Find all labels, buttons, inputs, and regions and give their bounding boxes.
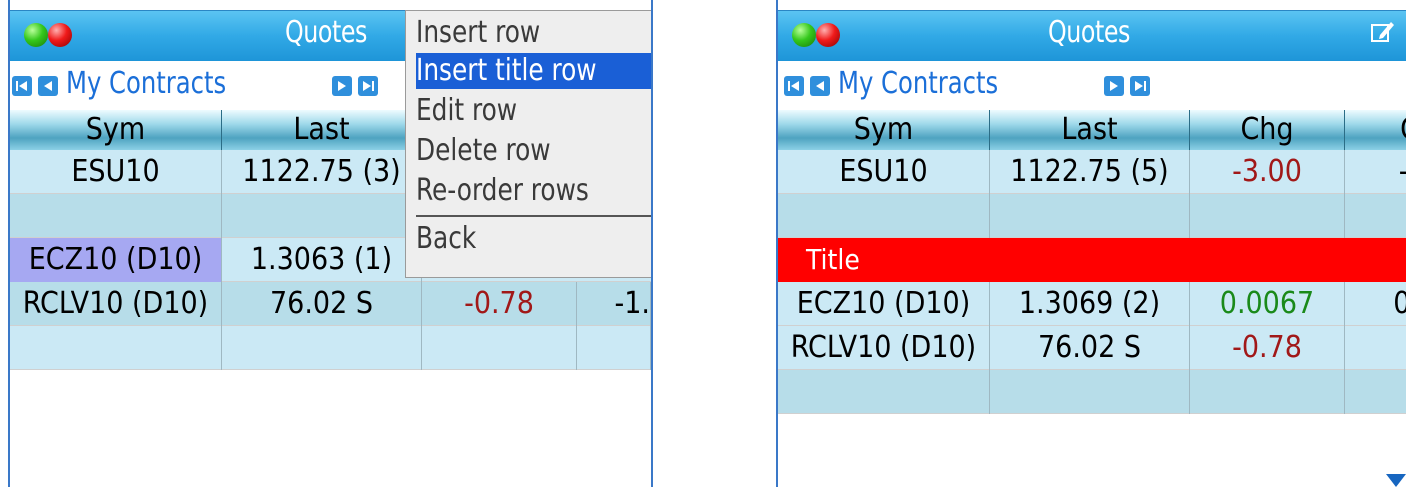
cell-chg: 0.0067: [1190, 282, 1345, 326]
cell-chg: [1190, 194, 1345, 238]
cell-last: 76.02 S: [222, 282, 422, 326]
prev-page-icon[interactable]: [810, 76, 830, 96]
cell-sym: ECZ10 (D10): [778, 282, 990, 326]
header-chg[interactable]: Chg: [1190, 110, 1345, 150]
cell-sym-selected: ECZ10 (D10): [10, 238, 222, 282]
table-row[interactable]: RCLV10 (D10) 76.02 S -0.78 -: [778, 326, 1406, 370]
cell-last: 1122.75 (5): [990, 150, 1190, 194]
cell-last: [990, 370, 1190, 414]
last-page-icon[interactable]: [1130, 76, 1150, 96]
menu-item-back[interactable]: Back: [416, 221, 635, 257]
contract-nav: My Contracts: [778, 66, 1406, 106]
cell-sym: RCLV10 (D10): [10, 282, 222, 326]
header-sym[interactable]: Sym: [10, 110, 222, 150]
cell-sym: ESU10: [778, 150, 990, 194]
header-last[interactable]: Last: [990, 110, 1190, 150]
cell-sym: RCLV10 (D10): [778, 326, 990, 370]
header-sym[interactable]: Sym: [778, 110, 990, 150]
cell-chg: -3.00: [1190, 150, 1345, 194]
menu-item-delete-row[interactable]: Delete row: [416, 133, 635, 169]
last-page-icon[interactable]: [358, 76, 378, 96]
cell-col4: -: [1345, 326, 1406, 370]
cell-chg: [1190, 370, 1345, 414]
table-row[interactable]: [778, 194, 1406, 238]
first-page-icon[interactable]: [12, 76, 32, 96]
cell-last: 76.02 S: [990, 326, 1190, 370]
cell-sym: [10, 326, 222, 370]
next-page-icon[interactable]: [332, 76, 352, 96]
cell-col4: [1345, 370, 1406, 414]
app-title: Quotes: [285, 15, 367, 50]
cell-sym: [778, 194, 990, 238]
right-phone-screen: Quotes My Contracts Sym Last Chg C ESU10…: [776, 0, 1406, 487]
table-row[interactable]: [10, 326, 651, 370]
title-bar: Quotes: [778, 10, 1406, 61]
cell-chg: -0.78: [1190, 326, 1345, 370]
app-title: Quotes: [1048, 15, 1130, 50]
cell-last: [990, 194, 1190, 238]
context-menu: Insert row Insert title row Edit row Del…: [405, 10, 651, 278]
cell-sym: [778, 370, 990, 414]
header-last[interactable]: Last: [222, 110, 422, 150]
table-row[interactable]: [778, 370, 1406, 414]
contract-list-label[interactable]: My Contracts: [66, 66, 226, 101]
next-page-icon[interactable]: [1104, 76, 1124, 96]
left-phone-screen: Quotes My Contracts Sym Last ESU10 1122.…: [8, 0, 653, 487]
green-status-icon[interactable]: [24, 23, 48, 47]
cell-chg: [422, 326, 577, 370]
cell-col4: [1345, 194, 1406, 238]
table-row[interactable]: RCLV10 (D10) 76.02 S -0.78 -1.: [10, 282, 651, 326]
cell-last: 1.3069 (2): [990, 282, 1190, 326]
scroll-down-icon[interactable]: [1386, 474, 1406, 487]
cell-sym: ESU10: [10, 150, 222, 194]
title-row[interactable]: Title: [778, 238, 1406, 282]
menu-separator: [416, 215, 651, 217]
prev-page-icon[interactable]: [38, 76, 58, 96]
red-status-icon[interactable]: [816, 23, 840, 47]
cell-sym: [10, 194, 222, 238]
cell-col4: [577, 326, 651, 370]
first-page-icon[interactable]: [784, 76, 804, 96]
table-row[interactable]: ECZ10 (D10) 1.3069 (2) 0.0067 0.: [778, 282, 1406, 326]
menu-item-reorder-rows[interactable]: Re-order rows: [416, 173, 635, 209]
cell-last: [222, 326, 422, 370]
table-header: Sym Last Chg C: [778, 110, 1406, 150]
green-status-icon[interactable]: [792, 23, 816, 47]
cell-col4: 0.: [1345, 282, 1406, 326]
cell-last: 1122.75 (3): [222, 150, 422, 194]
cell-col4: -(: [1345, 150, 1406, 194]
cell-chg: -0.78: [422, 282, 577, 326]
menu-item-edit-row[interactable]: Edit row: [416, 93, 635, 129]
red-status-icon[interactable]: [48, 23, 72, 47]
header-col4[interactable]: C: [1345, 110, 1406, 150]
menu-item-insert-title-row[interactable]: Insert title row: [416, 53, 651, 89]
cell-last: [222, 194, 422, 238]
edit-icon[interactable]: [1370, 19, 1396, 45]
title-row-label: Title: [806, 243, 860, 276]
cell-last: 1.3063 (1): [222, 238, 422, 282]
contract-list-label[interactable]: My Contracts: [838, 66, 998, 101]
cell-col4: -1.: [577, 282, 651, 326]
table-row[interactable]: ESU10 1122.75 (5) -3.00 -(: [778, 150, 1406, 194]
menu-item-insert-row[interactable]: Insert row: [416, 15, 635, 51]
